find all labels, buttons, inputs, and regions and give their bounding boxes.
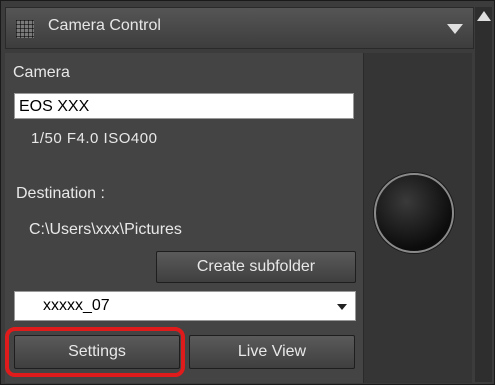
- scroll-up-icon[interactable]: [477, 11, 491, 21]
- settings-button[interactable]: Settings: [14, 335, 180, 369]
- chevron-down-icon: [337, 304, 347, 310]
- chevron-down-icon[interactable]: [447, 24, 463, 34]
- live-view-button[interactable]: Live View: [189, 335, 355, 369]
- title-bar: Camera Control: [5, 7, 474, 49]
- grip-icon[interactable]: [16, 20, 34, 38]
- scrollbar[interactable]: [475, 7, 492, 382]
- subfolder-select-value: xxxxx_07: [43, 297, 110, 314]
- create-subfolder-button[interactable]: Create subfolder: [156, 251, 356, 283]
- window-title: Camera Control: [48, 17, 161, 34]
- camera-label: Camera: [13, 64, 70, 81]
- destination-label: Destination :: [16, 185, 105, 202]
- camera-name-field: EOS XXX: [14, 93, 354, 119]
- camera-settings-text: 1/50 F4.0 ISO400: [31, 130, 158, 147]
- subfolder-select[interactable]: xxxxx_07: [14, 291, 356, 321]
- destination-path: C:\Users\xxx\Pictures: [29, 221, 182, 238]
- camera-control-window: Camera Control Camera EOS XXX 1/50 F4.0 …: [0, 0, 495, 385]
- shutter-button[interactable]: [374, 173, 454, 253]
